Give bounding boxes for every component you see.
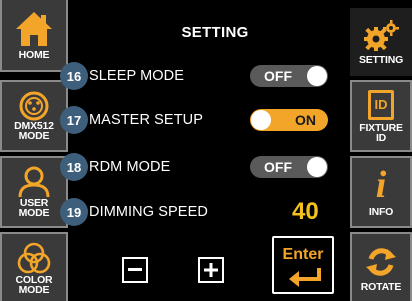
toggle-knob — [307, 66, 327, 86]
dmx-mode-label-2: MODE — [18, 130, 50, 142]
rdm-mode-toggle[interactable]: OFF — [250, 156, 328, 178]
dimming-speed-value: 40 — [292, 198, 319, 225]
menu-item-label: MASTER SETUP — [89, 112, 203, 128]
home-button[interactable]: HOME — [0, 0, 68, 72]
increase-button[interactable] — [198, 257, 224, 283]
toggle-state: ON — [295, 112, 316, 128]
enter-label: Enter — [282, 246, 324, 263]
rotate-icon — [363, 245, 399, 279]
setting-button[interactable]: SETTING — [350, 8, 412, 76]
toggle-knob — [251, 110, 271, 130]
sleep-mode-toggle[interactable]: OFF — [250, 65, 328, 87]
master-setup-toggle[interactable]: ON — [250, 109, 328, 131]
toggle-knob — [307, 157, 327, 177]
home-label: HOME — [18, 49, 50, 61]
home-icon — [14, 10, 54, 48]
device-screen: HOME DMX512 MODE USER MODE COLOR MODE SE… — [0, 0, 412, 301]
fixture-label-1: FIXTURE — [359, 121, 403, 134]
rotate-button[interactable]: ROTATE — [350, 232, 412, 301]
gear-icon — [362, 19, 400, 53]
id-card-text: ID — [374, 96, 388, 112]
color-mode-label-2: MODE — [18, 284, 50, 296]
color-circles-icon — [16, 241, 52, 275]
user-icon — [17, 166, 51, 198]
right-nav: SETTING ID FIXTURE ID i INFO ROTATE — [350, 0, 412, 301]
menu-item-rdm-mode[interactable]: 18 RDM MODE OFF — [60, 153, 340, 181]
left-nav: HOME DMX512 MODE USER MODE COLOR MODE — [0, 0, 68, 301]
item-number-badge: 19 — [60, 198, 88, 226]
menu-item-dimming-speed[interactable]: 19 DIMMING SPEED 40 — [60, 198, 340, 226]
page-title: SETTING — [181, 24, 249, 41]
enter-arrow-icon — [289, 268, 321, 287]
info-icon: i — [375, 164, 387, 206]
item-number-badge: 17 — [60, 106, 88, 134]
user-mode-button[interactable]: USER MODE — [0, 156, 68, 228]
toggle-state: OFF — [264, 68, 292, 84]
plus-icon — [204, 263, 218, 277]
color-mode-button[interactable]: COLOR MODE — [0, 232, 68, 301]
info-button[interactable]: i INFO — [350, 156, 412, 228]
setting-label: SETTING — [358, 54, 404, 66]
menu-item-master-setup[interactable]: 17 MASTER SETUP ON — [60, 106, 340, 134]
menu-item-sleep-mode[interactable]: 16 SLEEP MODE OFF — [60, 62, 340, 90]
dmx-connector-icon — [17, 91, 51, 121]
minus-icon — [128, 268, 142, 271]
dmx-mode-button[interactable]: DMX512 MODE — [0, 80, 68, 152]
user-mode-label-2: MODE — [18, 207, 50, 219]
fixture-label-2: ID — [375, 131, 387, 144]
menu-item-label: SLEEP MODE — [89, 68, 185, 84]
id-card-icon: ID — [368, 89, 394, 120]
fixture-id-button[interactable]: ID FIXTURE ID — [350, 80, 412, 152]
item-number-badge: 18 — [60, 153, 88, 181]
item-number-badge: 16 — [60, 62, 88, 90]
decrease-button[interactable] — [122, 257, 148, 283]
enter-button[interactable]: Enter — [272, 236, 334, 294]
menu-item-label: RDM MODE — [89, 159, 171, 175]
info-label: INFO — [368, 206, 394, 218]
menu-item-label: DIMMING SPEED — [89, 204, 208, 220]
toggle-state: OFF — [264, 159, 292, 175]
rotate-label: ROTATE — [360, 280, 402, 293]
